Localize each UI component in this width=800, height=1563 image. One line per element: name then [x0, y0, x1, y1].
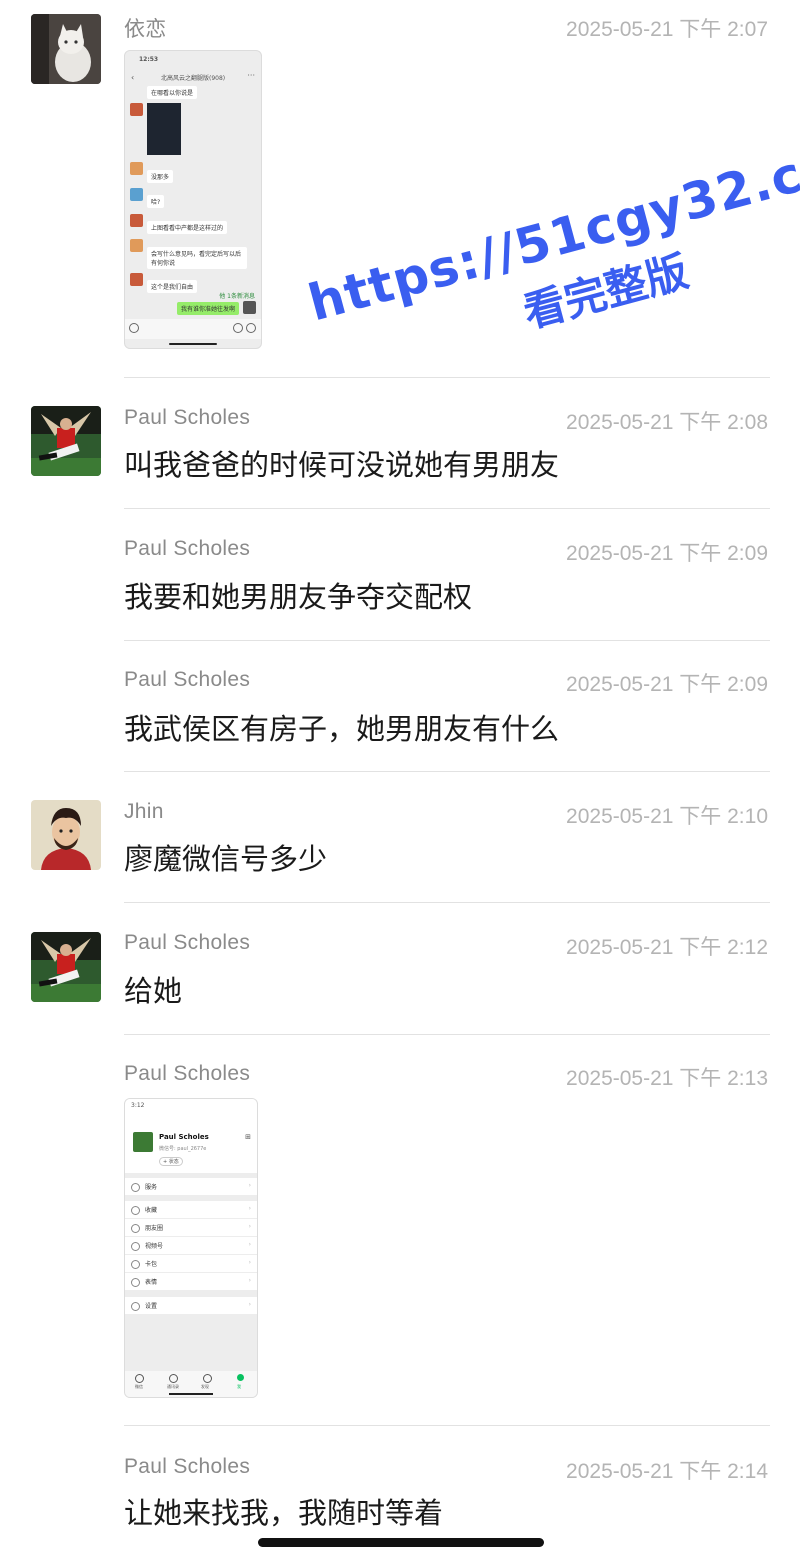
sender-name: Paul Scholes	[124, 931, 251, 954]
timestamp: 2025-05-21 下午 2:08	[566, 411, 768, 434]
emoji-icon	[233, 323, 243, 333]
sender-name: Paul Scholes	[124, 406, 251, 429]
sender-name: Paul Scholes	[124, 537, 251, 560]
message-text: 叫我爸爸的时候可没说她有男朋友	[124, 448, 560, 482]
chat-bubble: 没那多	[147, 170, 174, 183]
chat-screenshot-image[interactable]: 12:53 ‹ 北高风云之翻腿版(908) ··· 在哪看以你说是 没那多 哈?…	[124, 50, 262, 349]
menu-row: 表情 ›	[125, 1273, 257, 1290]
chat-bubble: 会写什么意见吗，看完定后写以后有何你说	[147, 247, 247, 269]
profile-name: Paul Scholes	[159, 1133, 209, 1141]
home-bar	[169, 343, 217, 345]
divider	[124, 1034, 770, 1035]
status-time: 3:12	[131, 1102, 145, 1109]
chat-bubble: 哈?	[147, 195, 165, 208]
divider	[124, 771, 770, 772]
sender-name: Jhin	[124, 800, 164, 823]
menu-row: 视频号 ›	[125, 1237, 257, 1254]
mini-avatar	[130, 239, 143, 252]
plus-icon	[246, 323, 256, 333]
voice-icon	[129, 323, 139, 333]
more-icon: ···	[247, 71, 255, 80]
divider	[124, 377, 770, 378]
timestamp: 2025-05-21 下午 2:13	[566, 1067, 768, 1090]
sender-name: Paul Scholes	[124, 668, 251, 691]
chat-title: 北高风云之翻腿版(908)	[161, 75, 226, 82]
system-note: 他 1条新消息	[219, 293, 255, 300]
timestamp: 2025-05-21 下午 2:12	[566, 936, 768, 959]
menu-row: 设置 ›	[125, 1297, 257, 1314]
qr-icon: ⊞	[245, 1133, 251, 1141]
profile-avatar	[133, 1132, 153, 1152]
timestamp: 2025-05-21 下午 2:09	[566, 673, 768, 696]
footballer-avatar-icon	[31, 406, 101, 476]
mini-avatar	[130, 214, 143, 227]
divider	[124, 508, 770, 509]
message-text: 廖魔微信号多少	[124, 842, 328, 876]
status-button: + 状态	[159, 1157, 183, 1166]
divider	[124, 1425, 770, 1426]
chat-back-icon: ‹	[131, 73, 135, 82]
cartoon-avatar-icon	[31, 800, 101, 870]
avatar[interactable]	[31, 932, 101, 1002]
mini-avatar	[130, 103, 143, 116]
menu-row: 朋友圈 ›	[125, 1219, 257, 1236]
watermark-text: 看完整版	[518, 246, 694, 338]
footballer-avatar-icon	[31, 932, 101, 1002]
message-text: 给她	[124, 974, 183, 1008]
profile-screenshot-image[interactable]: 3:12 Paul Scholes 微信号: paul_2677e ⊞ + 状态…	[124, 1098, 258, 1398]
watermark: https://51cgy32.com 看完整版	[285, 105, 800, 376]
timestamp: 2025-05-21 下午 2:07	[566, 18, 768, 41]
menu-row: 收藏 ›	[125, 1201, 257, 1218]
mini-avatar	[243, 301, 256, 314]
menu-row: 卡包 ›	[125, 1255, 257, 1272]
mini-avatar	[130, 273, 143, 286]
chat-photo	[147, 103, 181, 155]
watermark-url: https://51cgy32.com	[302, 121, 800, 333]
wechat-id: 微信号: paul_2677e	[159, 1146, 207, 1152]
chat-bubble-green: 我有谁你准她往发啊	[176, 302, 239, 315]
message-text: 我要和她男朋友争夺交配权	[124, 580, 473, 614]
tab-bar: 微信 通讯录 发现 我	[125, 1371, 257, 1397]
sender-name: Paul Scholes	[124, 1062, 251, 1085]
timestamp: 2025-05-21 下午 2:10	[566, 805, 768, 828]
avatar[interactable]	[31, 406, 101, 476]
avatar[interactable]	[31, 800, 101, 870]
chat-bubble: 在哪看以你说是	[147, 86, 198, 99]
cat-avatar-icon	[31, 14, 101, 84]
menu-row: 服务 ›	[125, 1178, 257, 1195]
mini-avatar	[130, 188, 143, 201]
divider	[124, 640, 770, 641]
sender-name: 依恋	[124, 18, 167, 41]
home-indicator[interactable]	[258, 1538, 544, 1547]
sender-name: Paul Scholes	[124, 1455, 251, 1478]
message-text: 我武侯区有房子，她男朋友有什么	[124, 712, 560, 746]
avatar[interactable]	[31, 14, 101, 84]
chat-bubble: 上图看看中产都是这样过的	[147, 221, 228, 234]
timestamp: 2025-05-21 下午 2:14	[566, 1460, 768, 1483]
mini-avatar	[130, 162, 143, 175]
timestamp: 2025-05-21 下午 2:09	[566, 542, 768, 565]
message-text: 让她来找我，我随时等着	[124, 1496, 444, 1530]
status-time: 12:53	[139, 56, 159, 63]
chat-bubble: 这个是我们自由	[147, 280, 198, 293]
divider	[124, 902, 770, 903]
